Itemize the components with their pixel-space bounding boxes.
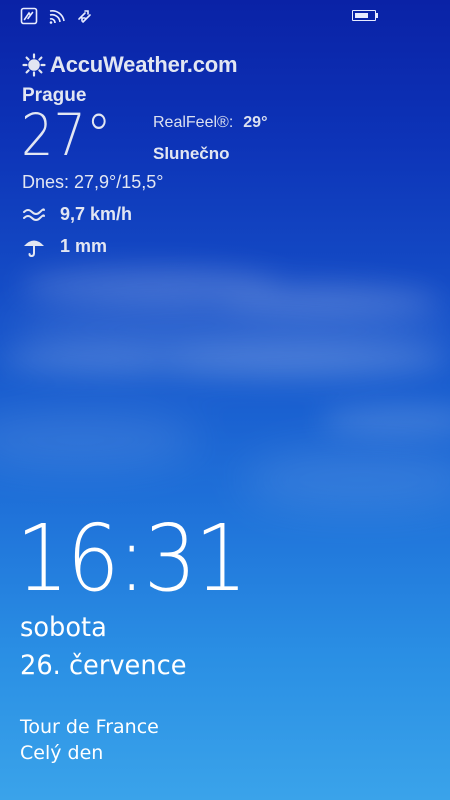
calendar-event-title[interactable]: Tour de France <box>20 716 159 738</box>
wind-row: 9,7 km/h <box>22 204 132 225</box>
notification-icon <box>20 7 38 25</box>
status-bar <box>0 0 450 32</box>
umbrella-icon <box>24 240 44 257</box>
wind-speed: 9,7 km/h <box>60 204 133 224</box>
sun-icon <box>22 53 46 77</box>
today-high-low: Dnes: 27,9°/15,5° <box>22 172 164 192</box>
battery-tip <box>376 13 378 18</box>
weather-condition: Slunečno <box>153 144 230 163</box>
realfeel-value: 29° <box>243 114 268 131</box>
rain-row: 1 mm <box>22 236 107 257</box>
data-sync-icon <box>78 10 91 23</box>
lockscreen-day: sobota <box>20 612 107 643</box>
current-temperature: 27° <box>21 101 112 169</box>
battery-icon <box>352 10 376 21</box>
lockscreen-time: 16:31 <box>16 505 247 612</box>
calendar-event-time[interactable]: Celý den <box>20 742 103 764</box>
battery-level <box>354 12 368 18</box>
brand-name: AccuWeather.com <box>50 52 238 77</box>
precipitation: 1 mm <box>60 236 108 256</box>
realfeel-label: RealFeel®: <box>153 114 234 131</box>
lockscreen-date: 26. července <box>20 650 187 681</box>
realfeel: RealFeel®: 29° <box>153 114 267 132</box>
weather-brand: AccuWeather.com <box>22 52 238 78</box>
wifi-icon <box>49 10 65 24</box>
wind-icon <box>23 207 45 221</box>
